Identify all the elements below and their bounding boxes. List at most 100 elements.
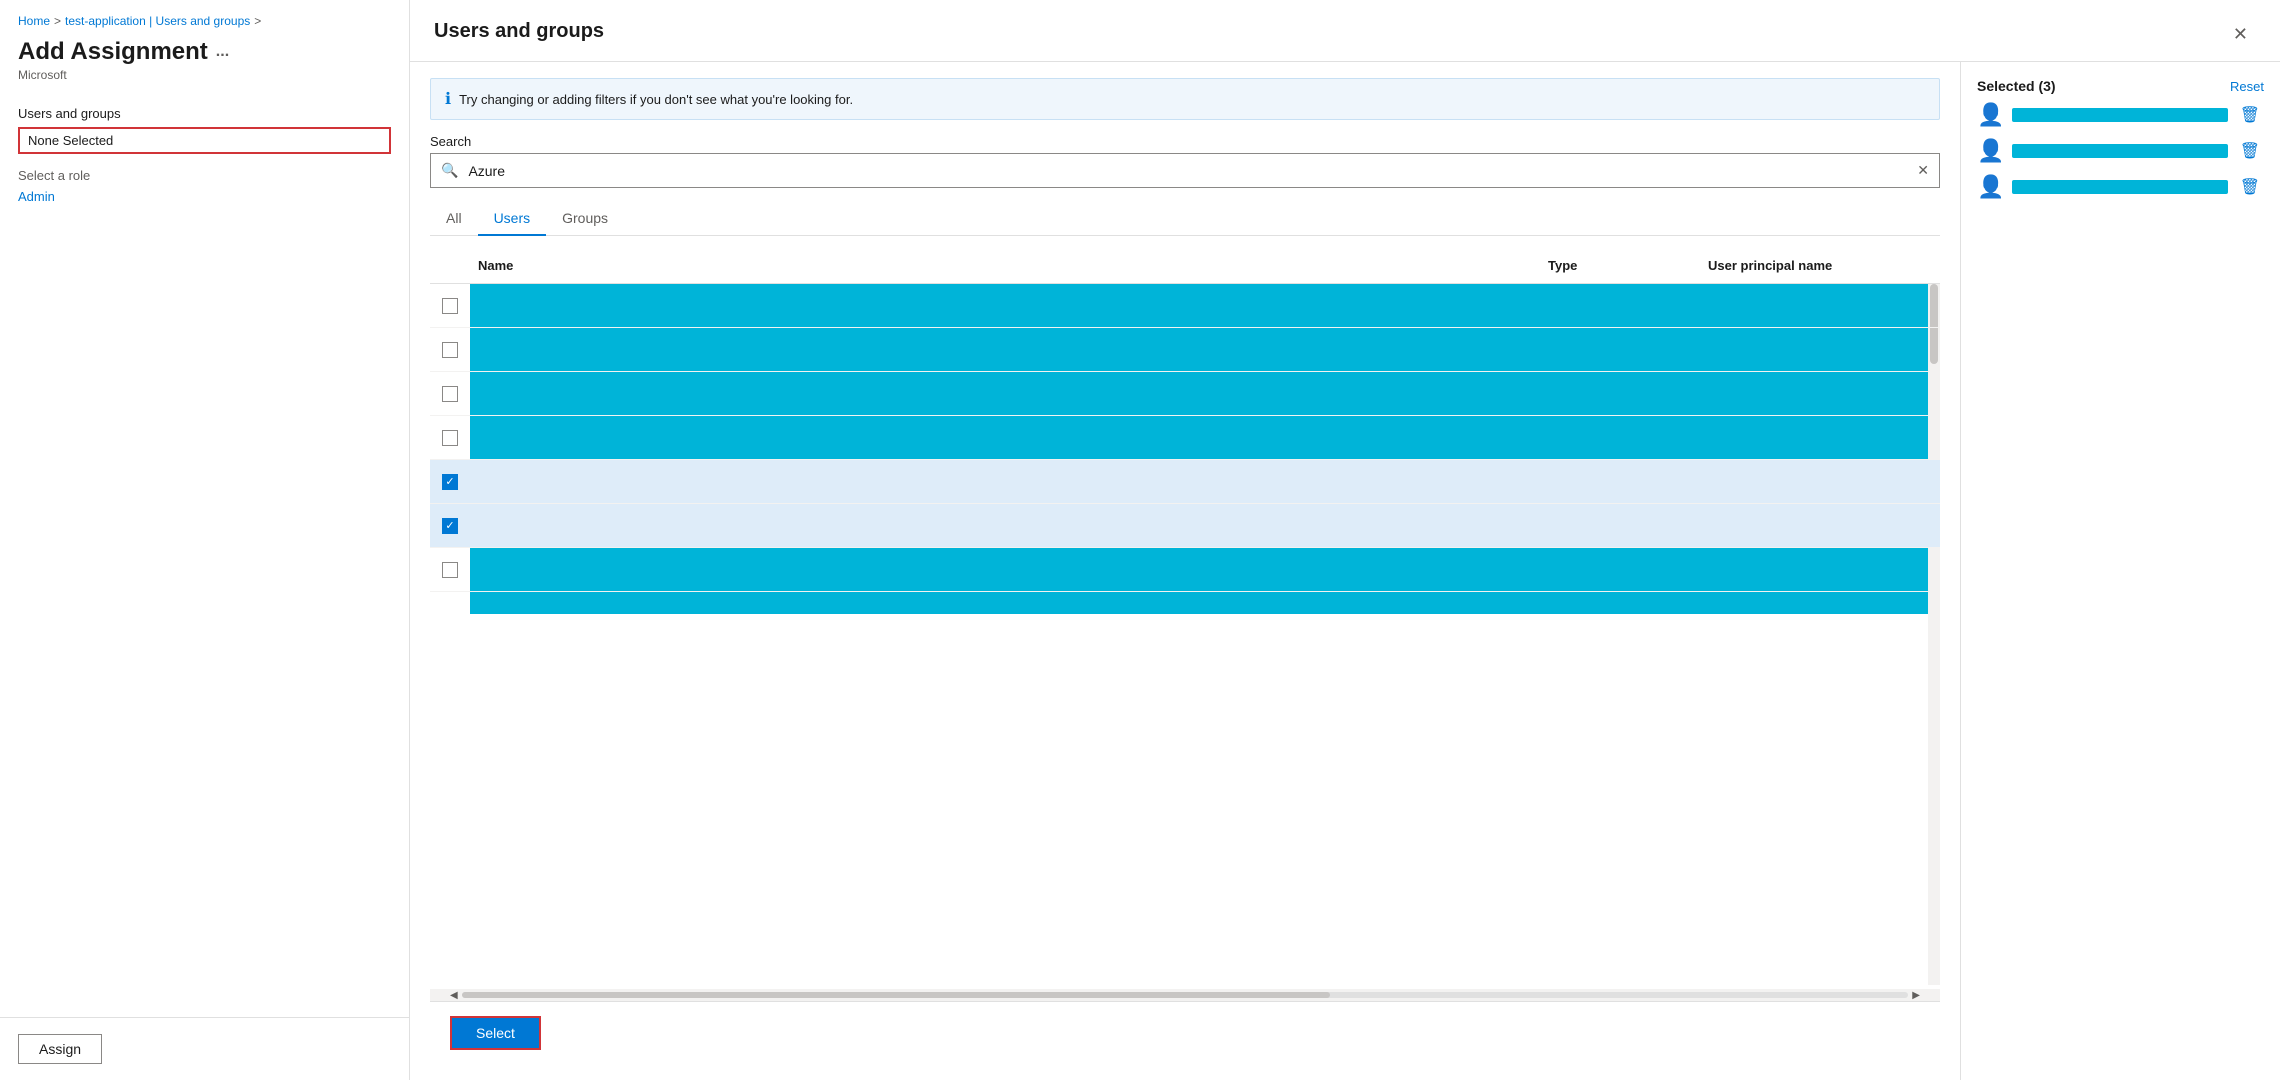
breadcrumb-sep1: > <box>54 14 61 28</box>
table-row[interactable] <box>430 548 1940 592</box>
main-content: ℹ Try changing or adding filters if you … <box>410 62 1960 1080</box>
row-name-7 <box>470 562 1540 578</box>
row-checkbox-2[interactable] <box>430 334 470 366</box>
row-type-3 <box>1540 386 1700 402</box>
none-selected-box[interactable]: None Selected <box>18 127 391 154</box>
row-type-1 <box>1540 298 1700 314</box>
table-row[interactable]: ✓ <box>430 504 1940 548</box>
tabs: All Users Groups <box>430 202 1940 236</box>
search-clear-icon[interactable]: ✕ <box>1907 154 1939 187</box>
delete-button-1[interactable]: 🗑 <box>2236 103 2264 127</box>
checkbox-4[interactable] <box>442 430 458 446</box>
delete-button-3[interactable]: 🗑 <box>2236 175 2264 199</box>
scroll-right-arrow[interactable]: ▶ <box>1912 990 1920 1001</box>
breadcrumb-sep2: > <box>254 14 261 28</box>
selected-name-1 <box>2012 108 2227 122</box>
row-type-5 <box>1540 474 1700 490</box>
row-name-1 <box>470 298 1540 314</box>
left-footer: Assign <box>0 1017 409 1080</box>
user-avatar-icon-3: 👤 <box>1977 174 2004 200</box>
search-input[interactable] <box>468 156 1907 186</box>
close-button[interactable]: ✕ <box>2225 20 2256 49</box>
tab-all[interactable]: All <box>430 202 478 236</box>
selected-name-2 <box>2012 144 2227 158</box>
breadcrumb-home[interactable]: Home <box>18 14 50 28</box>
table-row[interactable] <box>430 372 1940 416</box>
checkbox-7[interactable] <box>442 562 458 578</box>
flyout-body: ℹ Try changing or adding filters if you … <box>410 62 2280 1080</box>
select-role-label: Select a role <box>0 160 409 187</box>
delete-button-2[interactable]: 🗑 <box>2236 139 2264 163</box>
more-options-icon[interactable]: ... <box>216 43 229 61</box>
tab-users[interactable]: Users <box>478 202 547 236</box>
col-name[interactable]: Name <box>470 254 1540 277</box>
row-upn-3 <box>1700 386 1940 402</box>
info-banner: ℹ Try changing or adding filters if you … <box>430 78 1940 120</box>
table-container: Name Type User principal name <box>430 248 1940 1001</box>
users-groups-section-label: Users and groups <box>0 98 409 125</box>
scroll-left-arrow[interactable]: ◀ <box>450 990 458 1001</box>
add-assignment-title: Add Assignment <box>18 38 208 66</box>
table-row[interactable] <box>430 416 1940 460</box>
row-name-4 <box>470 430 1540 446</box>
row-checkbox-6[interactable]: ✓ <box>430 510 470 542</box>
row-upn-4 <box>1700 430 1940 446</box>
flyout-header: Users and groups ✕ <box>410 0 2280 62</box>
row-upn-1 <box>1700 298 1940 314</box>
search-label: Search <box>430 134 1940 149</box>
row-name-2 <box>470 342 1540 358</box>
search-icon: 🔍 <box>431 154 468 187</box>
row-type-6 <box>1540 518 1700 534</box>
row-checkbox-1[interactable] <box>430 290 470 322</box>
table-row[interactable] <box>430 328 1940 372</box>
table-body: ✓ ✓ <box>430 284 1940 985</box>
checkbox-2[interactable] <box>442 342 458 358</box>
select-button[interactable]: Select <box>450 1016 541 1050</box>
row-checkbox-7[interactable] <box>430 554 470 586</box>
reset-link[interactable]: Reset <box>2230 79 2264 94</box>
h-scrollbar-thumb <box>462 992 1330 998</box>
col-checkbox <box>430 254 470 277</box>
row-name-6 <box>470 518 1540 534</box>
breadcrumb: Home > test-application | Users and grou… <box>0 0 409 34</box>
info-text: Try changing or adding filters if you do… <box>459 92 853 107</box>
row-type-4 <box>1540 430 1700 446</box>
flyout-footer: Select <box>430 1001 1940 1064</box>
row-type-2 <box>1540 342 1700 358</box>
horizontal-scrollbar: ◀ ▶ <box>430 989 1940 1001</box>
assign-button[interactable]: Assign <box>18 1034 102 1064</box>
panel-title: Add Assignment ... <box>0 34 409 68</box>
tab-groups[interactable]: Groups <box>546 202 624 236</box>
selected-header: Selected (3) Reset <box>1977 78 2264 94</box>
row-checkbox-3[interactable] <box>430 378 470 410</box>
table-header: Name Type User principal name <box>430 248 1940 284</box>
selected-name-3 <box>2012 180 2227 194</box>
table-row[interactable]: ✓ <box>430 460 1940 504</box>
selected-panel: Selected (3) Reset 👤 🗑 👤 🗑 👤 🗑 <box>1960 62 2280 1080</box>
right-panel: Users and groups ✕ ℹ Try changing or add… <box>410 0 2280 1080</box>
role-value[interactable]: Admin <box>0 187 409 208</box>
scrollbar-track[interactable] <box>462 992 1909 998</box>
panel-subtitle: Microsoft <box>0 68 409 98</box>
selected-item: 👤 🗑 <box>1977 102 2264 128</box>
checkbox-1[interactable] <box>442 298 458 314</box>
breadcrumb-app[interactable]: test-application | Users and groups <box>65 14 250 28</box>
row-upn-7 <box>1700 562 1940 578</box>
row-upn-6 <box>1700 518 1940 534</box>
checkbox-3[interactable] <box>442 386 458 402</box>
selected-item: 👤 🗑 <box>1977 174 2264 200</box>
checkbox-6[interactable]: ✓ <box>442 518 458 534</box>
col-type[interactable]: Type <box>1540 254 1700 277</box>
checkbox-5[interactable]: ✓ <box>442 474 458 490</box>
left-panel: Home > test-application | Users and grou… <box>0 0 410 1080</box>
row-checkbox-5[interactable]: ✓ <box>430 466 470 498</box>
user-avatar-icon-1: 👤 <box>1977 102 2004 128</box>
row-name-5 <box>470 474 1540 490</box>
info-icon: ℹ <box>445 89 451 109</box>
row-checkbox-4[interactable] <box>430 422 470 454</box>
user-avatar-icon-2: 👤 <box>1977 138 2004 164</box>
selected-title: Selected (3) <box>1977 78 2056 94</box>
col-upn[interactable]: User principal name <box>1700 254 1940 277</box>
selected-item: 👤 🗑 <box>1977 138 2264 164</box>
table-row[interactable] <box>430 284 1940 328</box>
